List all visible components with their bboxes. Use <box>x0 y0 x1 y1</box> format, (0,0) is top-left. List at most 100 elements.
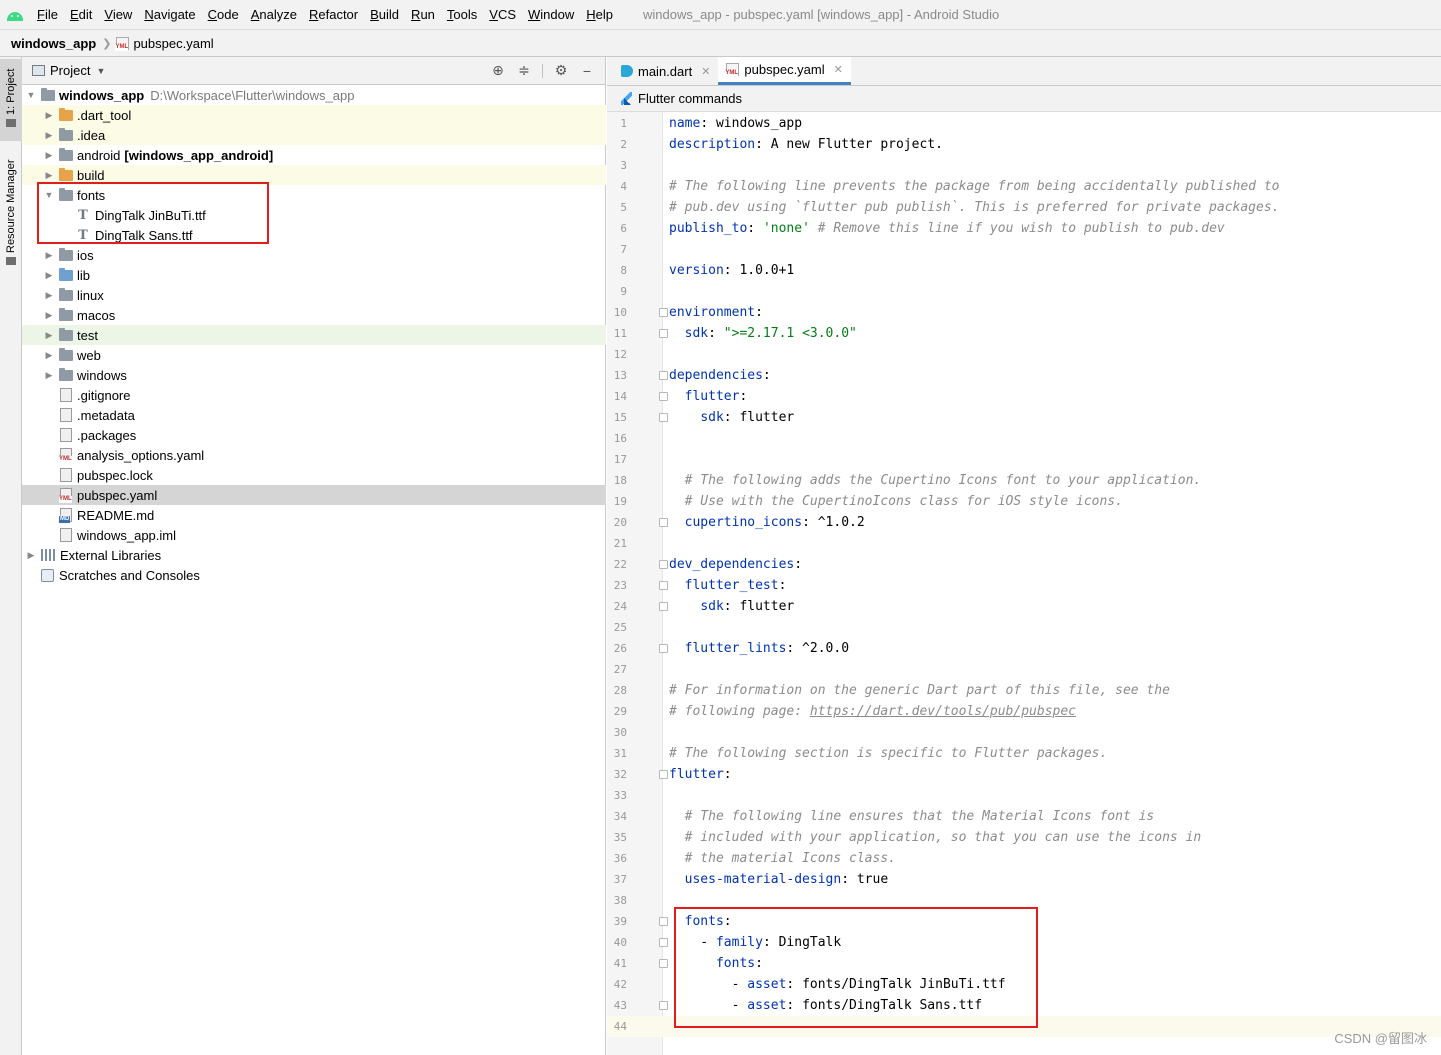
code-line[interactable]: 9 <box>607 281 1441 302</box>
tree-item[interactable]: ▼ windows_app D:\Workspace\Flutter\windows… <box>22 85 606 105</box>
code-line[interactable]: 19 # Use with the CupertinoIcons class f… <box>607 491 1441 512</box>
tree-item[interactable]: ▶ ios <box>22 245 606 265</box>
tree-item[interactable]: ▶pubspec.lock <box>22 465 606 485</box>
fold-marker-icon[interactable] <box>659 602 668 611</box>
code-line[interactable]: 15 sdk: flutter <box>607 407 1441 428</box>
tree-item[interactable]: ▶ web <box>22 345 606 365</box>
code-line[interactable]: 23 flutter_test: <box>607 575 1441 596</box>
resource-manager-button[interactable]: Resource Manager <box>0 152 22 277</box>
menu-vcs[interactable]: VCS <box>483 0 522 29</box>
code-line[interactable]: 10 environment: <box>607 302 1441 323</box>
tree-item[interactable]: ▶ android [windows_app_android] <box>22 145 606 165</box>
hide-panel-icon[interactable]: − <box>579 63 595 79</box>
code-line[interactable]: 14 flutter: <box>607 386 1441 407</box>
flutter-commands-bar[interactable]: Flutter commands <box>607 86 1441 112</box>
code-line[interactable]: 25 <box>607 617 1441 638</box>
code-line[interactable]: 38 <box>607 890 1441 911</box>
code-line[interactable]: 24 sdk: flutter <box>607 596 1441 617</box>
fold-marker-icon[interactable] <box>659 581 668 590</box>
expand-arrow-icon[interactable]: ▼ <box>25 90 37 100</box>
menu-help[interactable]: Help <box>580 0 619 29</box>
close-icon[interactable]: ✕ <box>701 65 710 78</box>
tree-item[interactable]: ▶.metadata <box>22 405 606 425</box>
code-line[interactable]: 17 <box>607 449 1441 470</box>
code-line[interactable]: 29 # following page: https://dart.dev/too… <box>607 701 1441 722</box>
code-line[interactable]: 44 <box>607 1016 1441 1037</box>
code-line[interactable]: 33 <box>607 785 1441 806</box>
code-line[interactable]: 40 - family: DingTalk <box>607 932 1441 953</box>
tree-item[interactable]: ▶ test <box>22 325 606 345</box>
menu-edit[interactable]: Edit <box>64 0 98 29</box>
menu-navigate[interactable]: Navigate <box>138 0 201 29</box>
collapse-arrow-icon[interactable]: ▶ <box>43 370 55 381</box>
collapse-arrow-icon[interactable]: ▶ <box>43 170 55 181</box>
collapse-arrow-icon[interactable]: ▶ <box>43 250 55 261</box>
fold-marker-icon[interactable] <box>659 518 668 527</box>
tree-item[interactable]: ▶analysis_options.yaml <box>22 445 606 465</box>
collapse-arrow-icon[interactable]: ▶ <box>43 350 55 361</box>
project-tool-button[interactable]: 1: Project <box>0 59 22 141</box>
fold-marker-icon[interactable] <box>659 392 668 401</box>
fold-marker-icon[interactable] <box>659 959 668 968</box>
code-line[interactable]: 31 # The following section is specific to… <box>607 743 1441 764</box>
close-icon[interactable]: ✕ <box>834 63 843 76</box>
code-line[interactable]: 4 # The following line prevents the packa… <box>607 176 1441 197</box>
tree-item[interactable]: ▶Scratches and Consoles <box>22 565 606 585</box>
fold-marker-icon[interactable] <box>659 308 668 317</box>
code-line[interactable]: 21 <box>607 533 1441 554</box>
menu-analyze[interactable]: Analyze <box>245 0 303 29</box>
code-line[interactable]: 27 <box>607 659 1441 680</box>
collapse-arrow-icon[interactable]: ▶ <box>43 270 55 281</box>
code-line[interactable]: 2 description: A new Flutter project. <box>607 134 1441 155</box>
code-line[interactable]: 8 version: 1.0.0+1 <box>607 260 1441 281</box>
code-line[interactable]: 18 # The following adds the Cupertino Ic… <box>607 470 1441 491</box>
tree-item[interactable]: ▶ .dart_tool <box>22 105 606 125</box>
menu-code[interactable]: Code <box>202 0 245 29</box>
collapse-arrow-icon[interactable]: ▶ <box>43 110 55 121</box>
gear-icon[interactable]: ⚙ <box>553 62 569 79</box>
code-line[interactable]: 16 <box>607 428 1441 449</box>
tree-item[interactable]: ▶.gitignore <box>22 385 606 405</box>
code-line[interactable]: 35 # included with your application, so … <box>607 827 1441 848</box>
code-line[interactable]: 28 # For information on the generic Dart … <box>607 680 1441 701</box>
tree-item[interactable]: ▶windows_app.iml <box>22 525 606 545</box>
tree-item[interactable]: ▶ macos <box>22 305 606 325</box>
code-line[interactable]: 22 dev_dependencies: <box>607 554 1441 575</box>
code-line[interactable]: 5 # pub.dev using `flutter pub publish`. … <box>607 197 1441 218</box>
code-line[interactable]: 37 uses-material-design: true <box>607 869 1441 890</box>
tree-item[interactable]: ▶TDingTalk Sans.ttf <box>22 225 606 245</box>
collapse-arrow-icon[interactable]: ▶ <box>43 330 55 341</box>
code-line[interactable]: 42 - asset: fonts/DingTalk JinBuTi.ttf <box>607 974 1441 995</box>
code-line[interactable]: 26 flutter_lints: ^2.0.0 <box>607 638 1441 659</box>
fold-marker-icon[interactable] <box>659 644 668 653</box>
menu-build[interactable]: Build <box>364 0 405 29</box>
tree-item[interactable]: ▶ windows <box>22 365 606 385</box>
code-line[interactable]: 13 dependencies: <box>607 365 1441 386</box>
tree-item[interactable]: ▶.packages <box>22 425 606 445</box>
collapse-arrow-icon[interactable]: ▶ <box>43 130 55 141</box>
tree-item[interactable]: ▶ linux <box>22 285 606 305</box>
code-line[interactable]: 41 fonts: <box>607 953 1441 974</box>
collapse-all-icon[interactable]: ≑ <box>516 62 532 79</box>
code-line[interactable]: 20 cupertino_icons: ^1.0.2 <box>607 512 1441 533</box>
fold-marker-icon[interactable] <box>659 560 668 569</box>
fold-marker-icon[interactable] <box>659 1001 668 1010</box>
code-line[interactable]: 3 <box>607 155 1441 176</box>
code-line[interactable]: 11 sdk: ">=2.17.1 <3.0.0" <box>607 323 1441 344</box>
expand-arrow-icon[interactable]: ▼ <box>43 190 55 200</box>
menu-file[interactable]: File <box>31 0 64 29</box>
code-line[interactable]: 34 # The following line ensures that the… <box>607 806 1441 827</box>
fold-marker-icon[interactable] <box>659 938 668 947</box>
tree-item[interactable]: ▶ lib <box>22 265 606 285</box>
code-area[interactable]: 1 name: windows_app 2 description: A new Fl… <box>607 112 1441 1055</box>
tree-item[interactable]: ▶TDingTalk JinBuTi.ttf <box>22 205 606 225</box>
code-line[interactable]: 36 # the material Icons class. <box>607 848 1441 869</box>
breadcrumb-file[interactable]: pubspec.yaml <box>115 36 214 51</box>
code-line[interactable]: 43 - asset: fonts/DingTalk Sans.ttf <box>607 995 1441 1016</box>
menu-refactor[interactable]: Refactor <box>303 0 364 29</box>
tree-item[interactable]: ▶ External Libraries <box>22 545 606 565</box>
collapse-arrow-icon[interactable]: ▶ <box>43 290 55 301</box>
collapse-arrow-icon[interactable]: ▶ <box>25 550 37 561</box>
chevron-down-icon[interactable]: ▼ <box>96 66 105 76</box>
fold-marker-icon[interactable] <box>659 371 668 380</box>
